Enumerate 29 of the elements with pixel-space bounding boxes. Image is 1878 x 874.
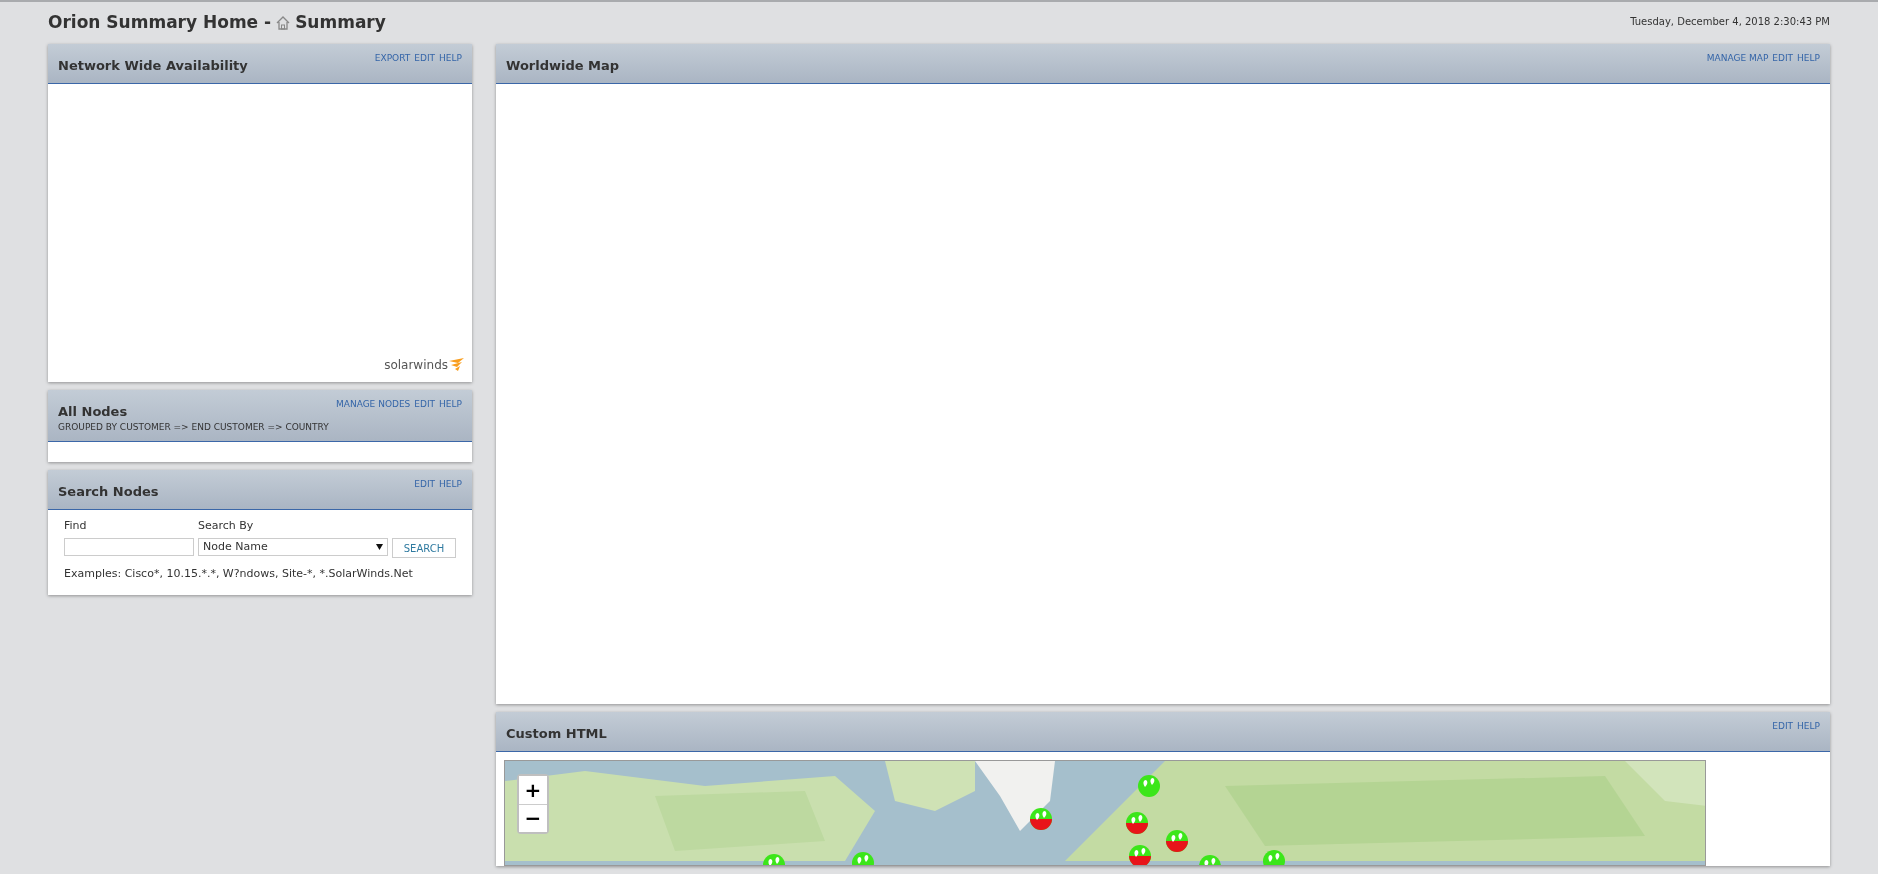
panel-title: All Nodes xyxy=(58,402,129,421)
panel-title: Search Nodes xyxy=(58,482,159,501)
field-label: Search By xyxy=(198,517,255,534)
zoom-out-button[interactable]: − xyxy=(519,803,547,832)
header-link[interactable]: HELP xyxy=(439,51,462,65)
header-link[interactable]: EDIT xyxy=(414,477,436,491)
header-link[interactable]: HELP xyxy=(439,397,462,411)
header-link[interactable]: HELP xyxy=(1797,719,1820,733)
panel-title: Network Wide Availability xyxy=(58,56,248,75)
field-label: Find xyxy=(64,517,88,534)
view-title: Summary xyxy=(295,11,386,34)
header-link[interactable]: EDIT xyxy=(414,51,436,65)
header-link[interactable]: EDIT xyxy=(414,397,436,411)
search-by-dropdown[interactable]: Node Name xyxy=(198,538,388,556)
header-link[interactable]: MANAGE MAP xyxy=(1706,51,1769,65)
panel-title: Worldwide Map xyxy=(506,56,620,75)
header-link[interactable]: MANAGE NODES xyxy=(336,397,411,411)
header-link[interactable]: EDIT xyxy=(1772,51,1794,65)
header-link[interactable]: EXPORT xyxy=(374,51,411,65)
panel-subtitle: GROUPED BY CUSTOMER => END CUSTOMER => COUNTRY xyxy=(58,421,329,434)
panel-title: Custom HTML xyxy=(506,724,607,743)
examples-text: Examples: Cisco*, 10.15.*.*, W?ndows, Site-*, *.SolarWinds.Net xyxy=(64,566,414,582)
page-title: Orion Summary Home - xyxy=(48,11,272,34)
logo-text: solarwinds xyxy=(384,356,448,374)
header-link[interactable]: HELP xyxy=(439,477,462,491)
date-time: Tuesday, December 4, 2018 2:30:43 PM xyxy=(1630,15,1830,29)
header-link[interactable]: EDIT xyxy=(1772,719,1794,733)
search-button[interactable]: SEARCH xyxy=(392,538,456,558)
header-link[interactable]: HELP xyxy=(1797,51,1820,65)
